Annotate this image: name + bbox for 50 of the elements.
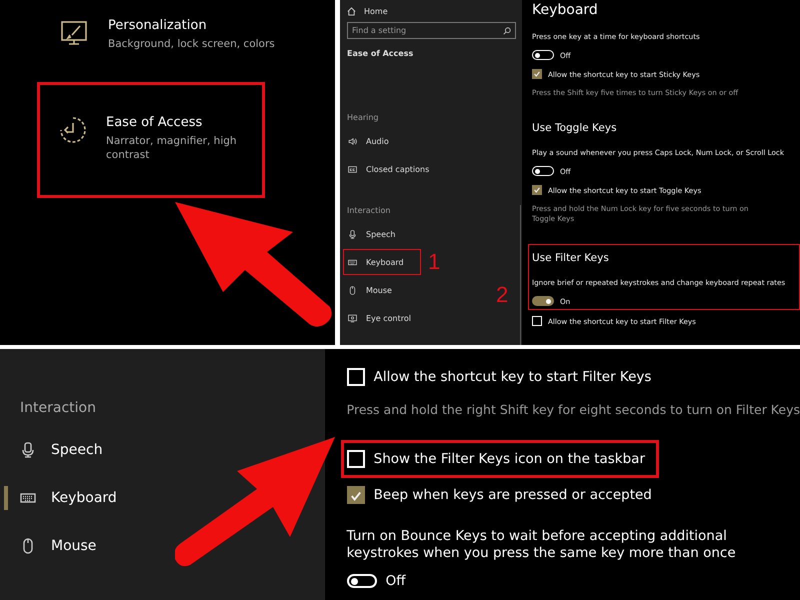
sidebar-item[interactable]: Audio xyxy=(344,129,420,153)
sidebar-item[interactable]: Eye control xyxy=(344,306,420,330)
page-title: Keyboard xyxy=(532,2,599,18)
settings-tile[interactable]: Ease of Access Narrator, magnifier, high contrast xyxy=(40,85,262,196)
sidebar-item[interactable]: Speech xyxy=(344,222,420,246)
search-field[interactable]: Find a setting xyxy=(347,22,516,39)
ease-of-access-icon xyxy=(58,115,88,146)
toggle-switch[interactable] xyxy=(532,296,554,306)
tile-subtitle: Narrator, magnifier, high contrast xyxy=(106,134,238,163)
sidebar-item[interactable]: Speech xyxy=(0,426,113,474)
tile-subtitle: Background, lock screen, colors xyxy=(108,37,275,52)
home-link[interactable]: Home xyxy=(364,6,388,16)
section-heading: Use Filter Keys xyxy=(532,252,610,264)
sidebar-item[interactable]: Keyboard xyxy=(0,474,127,522)
sidebar-item[interactable]: Closed captions xyxy=(344,157,436,181)
sidebar-item[interactable]: Mouse xyxy=(0,522,106,570)
mouse-icon xyxy=(348,286,357,294)
toggle-label: Off xyxy=(386,572,406,590)
sidebar-item[interactable]: Keyboard xyxy=(344,250,420,274)
microphone-icon xyxy=(20,442,36,458)
group-heading: Interaction xyxy=(347,206,392,215)
setting-description: Turn on Bounce Keys to wait before accepting additional keystrokes when you press the same key more than once xyxy=(346,528,737,562)
checkmark-icon xyxy=(348,489,363,504)
group-heading: Interaction xyxy=(20,400,97,416)
tile-title: Ease of Access xyxy=(106,115,204,130)
speaker-icon xyxy=(348,136,357,146)
checkbox-label[interactable]: Allow the shortcut key to start Filter Keys xyxy=(374,368,652,386)
section-title: Ease of Access xyxy=(347,49,414,58)
step-number: 2 xyxy=(496,282,508,308)
checkmark-icon xyxy=(533,70,541,78)
scrollbar[interactable] xyxy=(520,205,521,345)
monitor-eye-icon xyxy=(348,314,357,322)
captions-icon xyxy=(348,164,357,174)
checkbox[interactable] xyxy=(346,486,365,504)
section-heading: Use Toggle Keys xyxy=(532,122,618,134)
hint-text: Press and hold the right Shift key for eight seconds to turn on Filter Keys xyxy=(346,402,800,417)
tile-title: Personalization xyxy=(108,18,208,33)
sidebar-item[interactable]: Mouse xyxy=(344,278,420,302)
checkbox[interactable] xyxy=(532,185,542,196)
checkbox-label[interactable]: Show the Filter Keys icon on the taskbar xyxy=(374,450,646,468)
keyboard-icon xyxy=(348,258,357,266)
microphone-icon xyxy=(348,230,357,238)
group-heading: Hearing xyxy=(347,113,380,122)
step-number: 1 xyxy=(428,249,440,275)
search-icon xyxy=(503,26,511,34)
checkbox[interactable] xyxy=(532,69,542,79)
home-icon xyxy=(347,6,356,16)
checkbox-label[interactable]: Beep when keys are pressed or accepted xyxy=(374,486,652,504)
settings-tile[interactable]: Personalization Background, lock screen, colors xyxy=(40,14,281,56)
checkmark-icon xyxy=(533,186,541,194)
